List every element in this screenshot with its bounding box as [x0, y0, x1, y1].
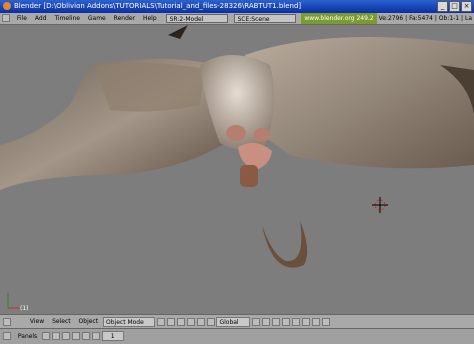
maximize-button[interactable]: □: [449, 1, 460, 12]
scene-stats: Ve:2796 | Fa:5474 | Ob:1-1 | La: [378, 15, 472, 22]
blender-logo-icon: [3, 2, 11, 10]
scene-selector[interactable]: SCE:Scene: [233, 14, 296, 23]
editor-type-icon[interactable]: [2, 14, 10, 22]
menu-file[interactable]: File: [14, 13, 30, 24]
mode-selector[interactable]: Object Mode: [103, 317, 155, 327]
editor-type-icon[interactable]: [3, 332, 11, 340]
object-context-icon[interactable]: [71, 332, 80, 340]
manipulator-icon[interactable]: [186, 318, 195, 326]
layer-button[interactable]: [282, 318, 291, 326]
3d-viewport[interactable]: (1): [0, 25, 474, 314]
panels-menu[interactable]: Panels: [15, 329, 40, 344]
close-button[interactable]: ×: [461, 1, 472, 12]
layer-button[interactable]: [272, 318, 281, 326]
orientation-selector[interactable]: Global: [216, 317, 251, 327]
menu-object[interactable]: Object: [76, 315, 102, 329]
script-icon[interactable]: [52, 332, 61, 340]
3d-scene: [0, 25, 474, 309]
scene-context-icon[interactable]: [91, 332, 100, 340]
snap-icon[interactable]: [311, 318, 320, 326]
ear-shape: [168, 25, 188, 39]
right-foot: [254, 128, 270, 142]
menu-render[interactable]: Render: [111, 13, 138, 24]
menu-select[interactable]: Select: [49, 315, 74, 329]
draw-type-icon[interactable]: [156, 318, 165, 326]
window-title: Blender [D:\Oblivion Addons\TUTORIALS\Tu…: [14, 2, 302, 10]
layer-button[interactable]: [252, 318, 261, 326]
logic-icon[interactable]: [42, 332, 51, 340]
right-wing: [245, 37, 474, 169]
axis-gizmo-icon: [7, 293, 20, 309]
shading-context-icon[interactable]: [62, 332, 70, 340]
render-icon[interactable]: [321, 318, 330, 326]
menu-add[interactable]: Add: [32, 13, 50, 24]
layer-button[interactable]: [292, 318, 301, 326]
3d-cursor-icon: [372, 197, 388, 213]
tail-hook: [262, 221, 308, 268]
lock-icon[interactable]: [301, 318, 310, 326]
shading-icon[interactable]: [166, 318, 175, 326]
menu-game[interactable]: Game: [85, 13, 109, 24]
frame-number: (1): [20, 305, 29, 312]
minimize-button[interactable]: _: [437, 1, 448, 12]
3d-view-header: View Select Object Object Mode Global: [0, 314, 474, 329]
page-field[interactable]: 1: [101, 331, 124, 341]
left-wing-fur: [95, 62, 205, 112]
blender-org-link[interactable]: www.blender.org 249.2: [301, 13, 377, 24]
info-stats-area: www.blender.org 249.2 Ve:2796 | Fa:5474 |…: [301, 13, 474, 24]
editing-context-icon[interactable]: [81, 332, 90, 340]
translate-icon[interactable]: [196, 318, 205, 326]
buttons-header: Panels 1: [0, 328, 474, 344]
tail-stub: [240, 165, 258, 187]
menu-timeline[interactable]: Timeline: [51, 13, 83, 24]
left-foot: [226, 125, 246, 141]
rotate-icon[interactable]: [206, 318, 215, 326]
window-titlebar: Blender [D:\Oblivion Addons\TUTORIALS\Tu…: [0, 0, 474, 13]
layer-button[interactable]: [262, 318, 271, 326]
info-menubar: File Add Timeline Game Render Help SR:2-…: [0, 13, 474, 25]
pivot-icon[interactable]: [176, 318, 185, 326]
menu-help[interactable]: Help: [140, 13, 160, 24]
menu-view[interactable]: View: [27, 315, 47, 329]
editor-type-icon[interactable]: [3, 318, 11, 326]
screen-selector[interactable]: SR:2-Model: [165, 14, 228, 23]
